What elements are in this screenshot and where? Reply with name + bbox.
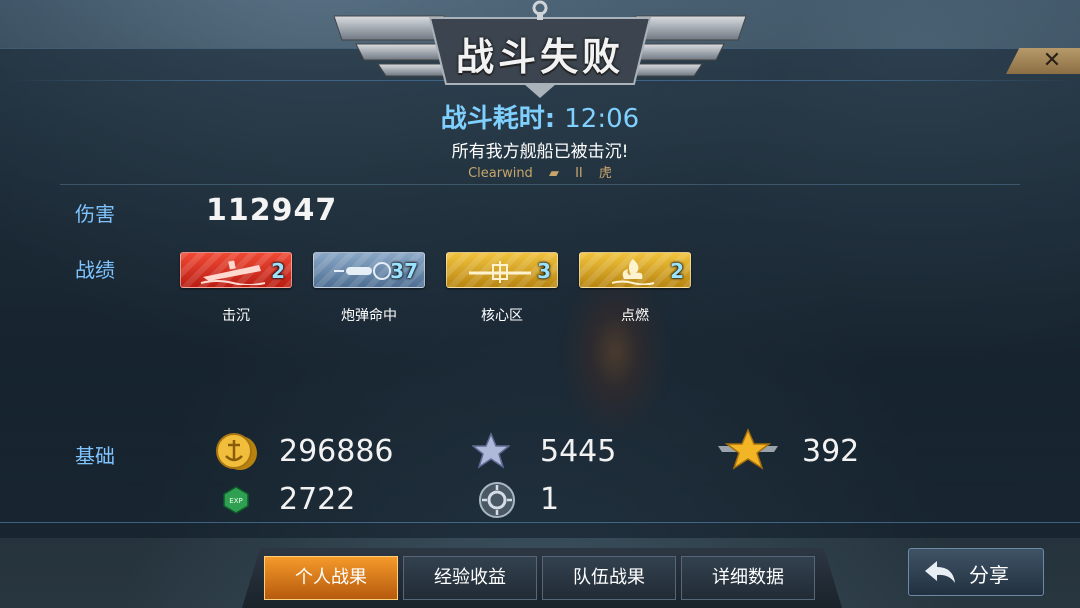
header-divider xyxy=(60,184,1020,185)
anchor-coin-icon xyxy=(216,433,257,470)
share-arrow-icon xyxy=(925,561,955,583)
medal-sunk-count: 2 xyxy=(271,259,285,283)
title-emblem: 战斗失败 xyxy=(334,0,746,100)
achievements-label: 战绩 xyxy=(75,258,115,282)
credits-value: 296886 xyxy=(279,434,394,469)
medal-sunk-label: 击沉 xyxy=(222,308,250,324)
medal-shell-hits-label: 炮弹命中 xyxy=(341,308,397,324)
gold-star-points-value: 392 xyxy=(802,434,860,469)
medal-shell-hits-count: 37 xyxy=(390,259,418,283)
tab-team-results[interactable]: 队伍战果 xyxy=(542,556,676,600)
medal-sunk[interactable]: 2 xyxy=(180,252,292,288)
share-button[interactable]: 分享 xyxy=(908,548,1044,596)
medal-fire[interactable]: 2 xyxy=(579,252,691,288)
footer-divider xyxy=(0,522,1080,523)
tab-experience-gain[interactable]: 经验收益 xyxy=(403,556,537,600)
medal-citadel[interactable]: 3 xyxy=(446,252,558,288)
ship-tier: II xyxy=(575,166,583,181)
player-name: Clearwind xyxy=(468,166,533,181)
fire-icon xyxy=(611,259,655,285)
exp-value: 2722 xyxy=(279,482,356,517)
sinking-ship-icon xyxy=(200,260,266,285)
medal-fire-label: 点燃 xyxy=(621,308,649,324)
silver-star-icon xyxy=(472,432,510,469)
duration-value: 12:06 xyxy=(564,104,640,134)
result-title: 战斗失败 xyxy=(455,35,624,79)
damage-label: 伤害 xyxy=(75,202,115,226)
tab-detailed-data[interactable]: 详细数据 xyxy=(681,556,815,600)
star-points-value: 5445 xyxy=(540,434,617,469)
tab-personal-results[interactable]: 个人战果 xyxy=(264,556,398,600)
medal-citadel-label: 核心区 xyxy=(481,308,523,324)
gear-circle-icon xyxy=(479,482,515,518)
svg-text:EXP: EXP xyxy=(229,497,242,505)
battle-duration: 战斗耗时: 12:06 xyxy=(0,98,1080,135)
medal-fire-count: 2 xyxy=(670,259,684,283)
winged-gold-star-icon xyxy=(718,428,778,470)
share-label: 分享 xyxy=(969,563,1009,587)
duration-label: 战斗耗时: xyxy=(440,104,556,134)
medal-citadel-count: 3 xyxy=(537,259,551,283)
medal-shell-hits[interactable]: 37 xyxy=(313,252,425,288)
result-message: 所有我方舰船已被击沉! xyxy=(451,142,629,162)
exp-hexagon-icon: EXP xyxy=(223,486,249,514)
damage-value: 112947 xyxy=(206,193,338,228)
free-exp-value: 1 xyxy=(540,482,560,517)
ship-class-icon: ▰ xyxy=(548,166,559,181)
citadel-icon xyxy=(469,261,531,283)
ship-name: 虎 xyxy=(598,166,612,181)
base-label: 基础 xyxy=(75,444,115,468)
player-info: Clearwind ▰ II 虎 xyxy=(0,162,1080,181)
